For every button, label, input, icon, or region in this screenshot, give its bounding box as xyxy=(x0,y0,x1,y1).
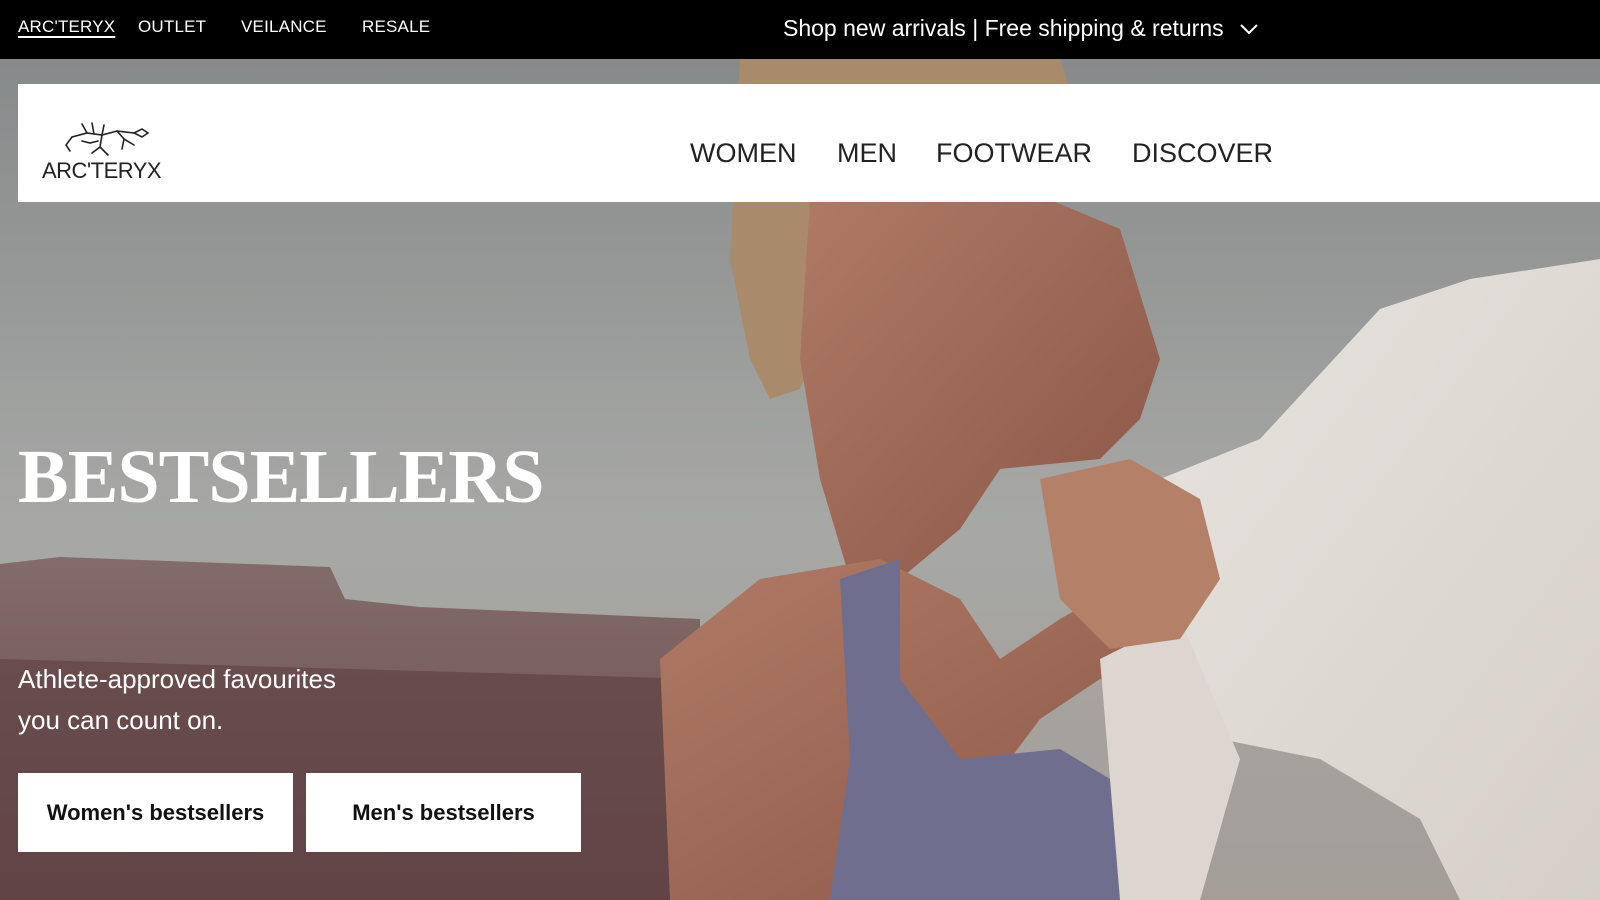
womens-bestsellers-button[interactable]: Women's bestsellers xyxy=(18,773,293,852)
nav-item-footwear[interactable]: FOOTWEAR xyxy=(936,138,1092,169)
promo-banner[interactable]: Shop new arrivals | Free shipping & retu… xyxy=(783,15,1260,42)
hero-subtitle: Athlete-approved favourites you can coun… xyxy=(18,659,438,741)
logo-text[interactable]: ARC'TERYX xyxy=(42,158,162,184)
mens-bestsellers-button[interactable]: Men's bestsellers xyxy=(306,773,581,852)
nav-item-women[interactable]: WOMEN xyxy=(690,138,796,169)
brand-link-outlet[interactable]: OUTLET xyxy=(138,17,206,37)
hero-subtitle-line1: Athlete-approved favourites xyxy=(18,664,336,694)
brand-link-veilance[interactable]: VEILANCE xyxy=(241,17,327,37)
main-navigation: ARC'TERYX WOMEN MEN FOOTWEAR DISCOVER xyxy=(18,84,1600,202)
promo-text: Shop new arrivals | Free shipping & retu… xyxy=(783,15,1224,41)
utility-bar: ARC'TERYX OUTLET VEILANCE RESALE Shop ne… xyxy=(0,0,1600,59)
hero-title: BESTSELLERS xyxy=(18,435,545,519)
hero-subtitle-line2: you can count on. xyxy=(18,705,224,735)
nav-item-men[interactable]: MEN xyxy=(837,138,897,169)
brand-link-arcteryx[interactable]: ARC'TERYX xyxy=(18,17,115,37)
chevron-down-icon xyxy=(1239,23,1258,34)
brand-link-resale[interactable]: RESALE xyxy=(362,17,430,37)
nav-item-discover[interactable]: DISCOVER xyxy=(1132,138,1273,169)
